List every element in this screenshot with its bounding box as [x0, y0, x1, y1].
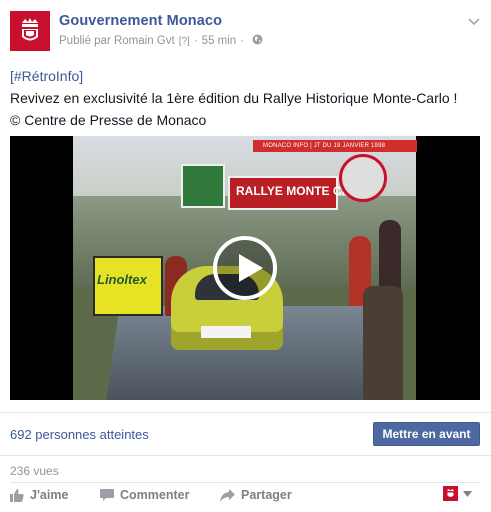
comment-label: Commenter — [120, 488, 190, 502]
share-label: Partager — [241, 488, 292, 502]
post-card: Gouvernement Monaco Publié par Romain Gv… — [0, 0, 491, 512]
comment-button[interactable]: Commenter — [100, 488, 189, 502]
monaco-crest-icon — [10, 11, 50, 51]
actor-selector[interactable] — [443, 486, 472, 501]
like-label: J'aime — [30, 488, 69, 502]
video-overlay-caption: MONACO INFO | JT DU 19 JANVIER 1998 — [253, 140, 417, 152]
post-time[interactable]: 55 min — [202, 35, 237, 47]
video-green-emblem — [181, 164, 225, 208]
page-avatar[interactable] — [10, 11, 50, 51]
video-sponsor-text: Linoltex — [97, 272, 147, 287]
like-button[interactable]: J'aime — [10, 488, 68, 502]
post-text: [#RétroInfo] Revivez en exclusivité la 1… — [10, 65, 480, 131]
share-button[interactable]: Partager — [220, 488, 292, 502]
post-line-2: © Centre de Presse de Monaco — [10, 112, 207, 128]
divider — [0, 412, 491, 413]
post-line-1: Revivez en exclusivité la 1ère édition d… — [10, 90, 458, 106]
published-by[interactable]: Publié par Romain Gvt — [59, 35, 175, 47]
play-button[interactable] — [213, 236, 277, 300]
globe-icon[interactable] — [252, 34, 263, 48]
chevron-down-icon[interactable] — [467, 14, 481, 26]
video-round-emblem — [339, 154, 387, 202]
divider — [10, 482, 481, 483]
post-meta: Publié par Romain Gvt [?] · 55 min · — [59, 34, 263, 48]
meta-separator-2: · — [240, 35, 245, 47]
views-count: 236 vues — [10, 464, 59, 478]
boost-post-button[interactable]: Mettre en avant — [373, 422, 480, 446]
reach-link[interactable]: 692 personnes atteintes — [10, 427, 149, 442]
video-car-plate — [201, 326, 251, 338]
divider — [0, 455, 491, 456]
comment-icon — [100, 488, 114, 501]
meta-separator: · — [193, 35, 198, 47]
caret-down-icon — [463, 490, 472, 497]
share-icon — [220, 488, 235, 502]
play-icon — [239, 254, 263, 282]
info-marker[interactable]: [?] — [179, 36, 190, 47]
like-icon — [10, 489, 24, 502]
page-name-link[interactable]: Gouvernement Monaco — [59, 13, 222, 29]
actor-avatar — [443, 486, 458, 501]
video-player[interactable]: RALLYE MONTE CARLO Linoltex MONACO INFO … — [10, 136, 480, 400]
video-person — [363, 286, 403, 400]
hashtag-link[interactable]: [#RétroInfo] — [10, 68, 83, 84]
